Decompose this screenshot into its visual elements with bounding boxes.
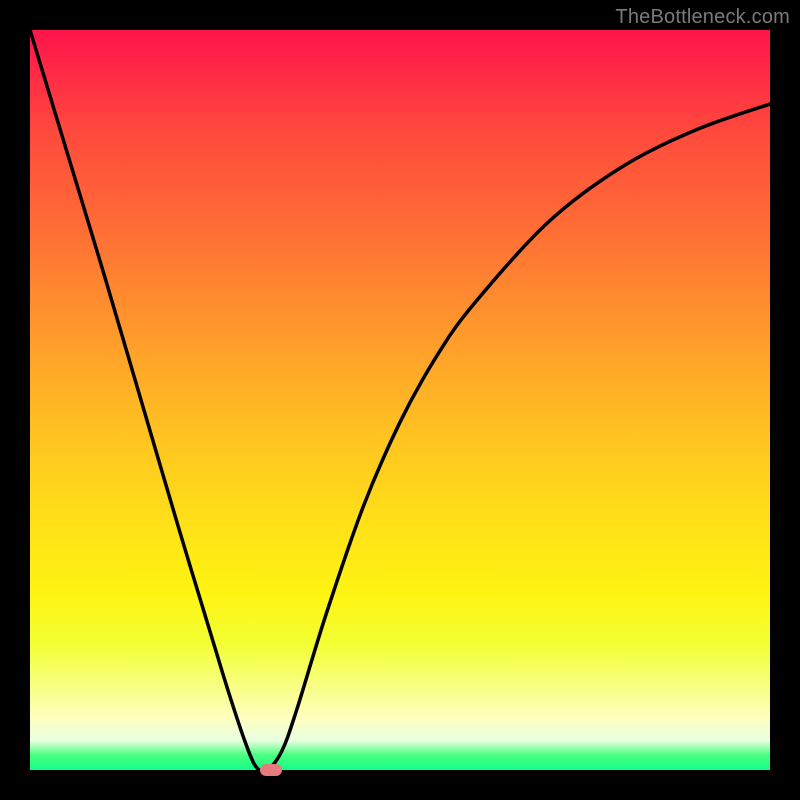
min-marker [260,764,282,776]
plot-area [30,30,770,770]
bottleneck-curve [30,30,770,770]
attribution-label: TheBottleneck.com [615,6,790,29]
curve-path [30,30,770,770]
chart-stage: TheBottleneck.com [0,0,800,800]
